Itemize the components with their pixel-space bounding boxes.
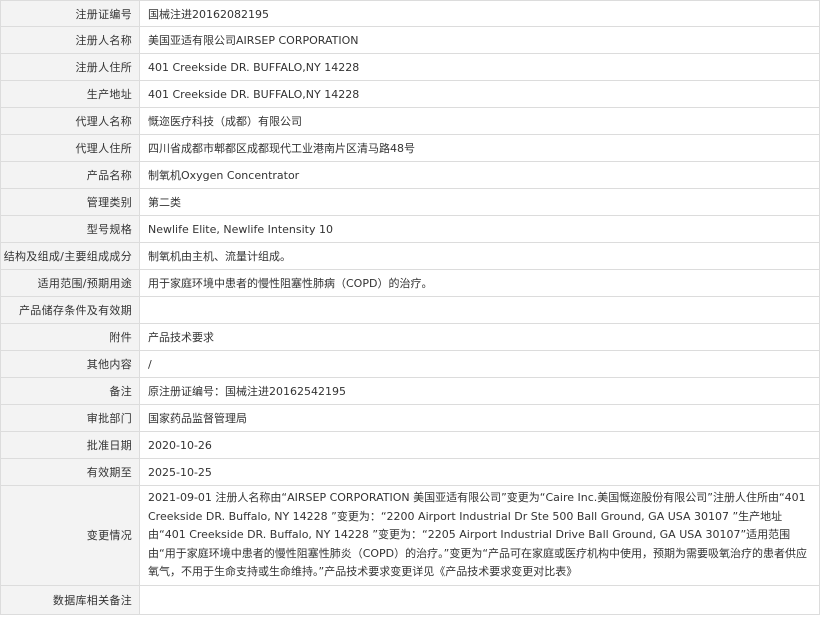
label-registrant-name: 注册人名称	[0, 26, 140, 54]
value-database-notes	[139, 584, 820, 615]
row-registration-number: 注册证编号 国械注进20162082195	[0, 0, 820, 27]
row-registrant-address: 注册人住所 401 Creekside DR. BUFFALO,NY 14228	[0, 53, 820, 81]
value-production-address: 401 Creekside DR. BUFFALO,NY 14228	[139, 80, 820, 108]
row-model-specification: 型号规格 Newlife Elite, Newlife Intensity 10	[0, 215, 820, 243]
row-valid-until: 有效期至 2025-10-25	[0, 458, 820, 486]
row-approval-department: 审批部门 国家药品监督管理局	[0, 404, 820, 432]
label-product-name: 产品名称	[0, 161, 140, 189]
value-change-history: 2021-09-01 注册人名称由“AIRSEP CORPORATION 美国亚…	[139, 485, 820, 586]
label-production-address: 生产地址	[0, 80, 140, 108]
row-attachment: 附件 产品技术要求	[0, 323, 820, 351]
row-structure-composition: 结构及组成/主要组成成分 制氧机由主机、流量计组成。	[0, 242, 820, 270]
value-other-content: /	[139, 350, 820, 378]
registration-detail-table: 注册证编号 国械注进20162082195 注册人名称 美国亚适有限公司AIRS…	[0, 0, 820, 615]
row-change-history: 变更情况 2021-09-01 注册人名称由“AIRSEP CORPORATIO…	[0, 485, 820, 586]
label-valid-until: 有效期至	[0, 458, 140, 486]
label-storage-conditions: 产品储存条件及有效期	[0, 296, 140, 324]
value-management-category: 第二类	[139, 188, 820, 216]
value-agent-address: 四川省成都市郫都区成都现代工业港南片区清马路48号	[139, 134, 820, 162]
label-structure-composition: 结构及组成/主要组成成分	[0, 242, 140, 270]
row-management-category: 管理类别 第二类	[0, 188, 820, 216]
value-model-specification: Newlife Elite, Newlife Intensity 10	[139, 215, 820, 243]
value-registrant-address: 401 Creekside DR. BUFFALO,NY 14228	[139, 53, 820, 81]
row-agent-address: 代理人住所 四川省成都市郫都区成都现代工业港南片区清马路48号	[0, 134, 820, 162]
value-registrant-name: 美国亚适有限公司AIRSEP CORPORATION	[139, 26, 820, 54]
value-attachment: 产品技术要求	[139, 323, 820, 351]
row-production-address: 生产地址 401 Creekside DR. BUFFALO,NY 14228	[0, 80, 820, 108]
value-approval-date: 2020-10-26	[139, 431, 820, 459]
label-registrant-address: 注册人住所	[0, 53, 140, 81]
value-agent-name: 慨迩医疗科技（成都）有限公司	[139, 107, 820, 135]
row-remarks: 备注 原注册证编号：国械注进20162542195	[0, 377, 820, 405]
label-registration-number: 注册证编号	[0, 0, 140, 27]
value-approval-department: 国家药品监督管理局	[139, 404, 820, 432]
row-storage-conditions: 产品储存条件及有效期	[0, 296, 820, 324]
label-attachment: 附件	[0, 323, 140, 351]
row-database-notes: 数据库相关备注	[0, 584, 820, 615]
label-agent-address: 代理人住所	[0, 134, 140, 162]
value-product-name: 制氧机Oxygen Concentrator	[139, 161, 820, 189]
value-remarks: 原注册证编号：国械注进20162542195	[139, 377, 820, 405]
row-approval-date: 批准日期 2020-10-26	[0, 431, 820, 459]
value-structure-composition: 制氧机由主机、流量计组成。	[139, 242, 820, 270]
label-approval-date: 批准日期	[0, 431, 140, 459]
value-valid-until: 2025-10-25	[139, 458, 820, 486]
value-storage-conditions	[139, 296, 820, 324]
row-registrant-name: 注册人名称 美国亚适有限公司AIRSEP CORPORATION	[0, 26, 820, 54]
label-management-category: 管理类别	[0, 188, 140, 216]
row-intended-use: 适用范围/预期用途 用于家庭环境中患者的慢性阻塞性肺病（COPD）的治疗。	[0, 269, 820, 297]
label-approval-department: 审批部门	[0, 404, 140, 432]
row-agent-name: 代理人名称 慨迩医疗科技（成都）有限公司	[0, 107, 820, 135]
label-remarks: 备注	[0, 377, 140, 405]
row-product-name: 产品名称 制氧机Oxygen Concentrator	[0, 161, 820, 189]
label-model-specification: 型号规格	[0, 215, 140, 243]
value-intended-use: 用于家庭环境中患者的慢性阻塞性肺病（COPD）的治疗。	[139, 269, 820, 297]
label-other-content: 其他内容	[0, 350, 140, 378]
label-agent-name: 代理人名称	[0, 107, 140, 135]
label-database-notes: 数据库相关备注	[0, 584, 140, 615]
label-intended-use: 适用范围/预期用途	[0, 269, 140, 297]
row-other-content: 其他内容 /	[0, 350, 820, 378]
value-registration-number: 国械注进20162082195	[139, 0, 820, 27]
label-change-history: 变更情况	[0, 485, 140, 586]
